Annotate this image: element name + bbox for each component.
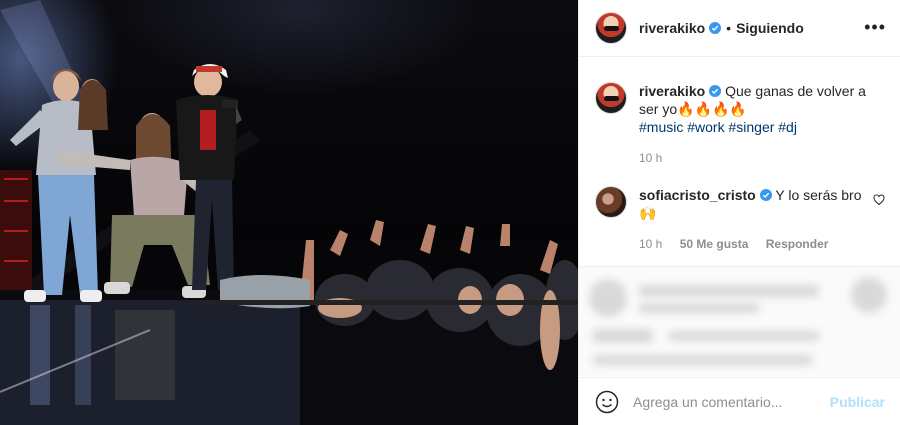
instagram-post-view: riverakiko • Siguiendo ••• riverakiko Qu…	[0, 0, 900, 425]
verified-badge-icon	[709, 85, 722, 97]
post-caption: riverakiko Que ganas de volver a ser yo🔥…	[595, 82, 885, 167]
publish-button[interactable]: Publicar	[830, 394, 885, 410]
comment-likes-count[interactable]: 50 Me gusta	[680, 237, 749, 251]
comment-input[interactable]	[633, 393, 830, 410]
like-heart-icon[interactable]	[873, 194, 885, 206]
verified-badge-icon	[759, 189, 772, 201]
comment-timestamp[interactable]: 10 h	[639, 237, 662, 251]
post-photo[interactable]	[0, 0, 578, 425]
concert-scene-image	[0, 0, 578, 425]
avatar[interactable]	[595, 12, 627, 44]
blurred-content-area	[579, 266, 900, 376]
comment-text: Y lo serás bro	[775, 187, 862, 203]
post-header: riverakiko • Siguiendo •••	[579, 0, 900, 57]
post-side-panel: riverakiko • Siguiendo ••• riverakiko Qu…	[578, 0, 900, 425]
separator-dot: •	[726, 20, 732, 36]
comment-emoji: 🙌	[639, 205, 657, 221]
more-options-icon[interactable]: •••	[864, 18, 886, 36]
caption-hashtags[interactable]: #music #work #singer #dj	[639, 119, 797, 135]
avatar[interactable]	[595, 186, 627, 218]
verified-badge-icon	[709, 22, 722, 34]
comment-username[interactable]: sofiacristo_cristo	[639, 187, 756, 203]
emoji-icon[interactable]	[595, 390, 619, 414]
reply-button[interactable]: Responder	[766, 237, 829, 251]
post-author-username[interactable]: riverakiko	[639, 20, 705, 36]
comment-composer: Publicar	[579, 377, 900, 425]
avatar[interactable]	[595, 82, 627, 114]
caption-timestamp[interactable]: 10 h	[639, 151, 662, 165]
caption-username[interactable]: riverakiko	[639, 83, 705, 99]
following-button[interactable]: Siguiendo	[736, 20, 804, 36]
comment-item: sofiacristo_cristo Y lo serás bro 🙌 10 h…	[595, 186, 885, 253]
